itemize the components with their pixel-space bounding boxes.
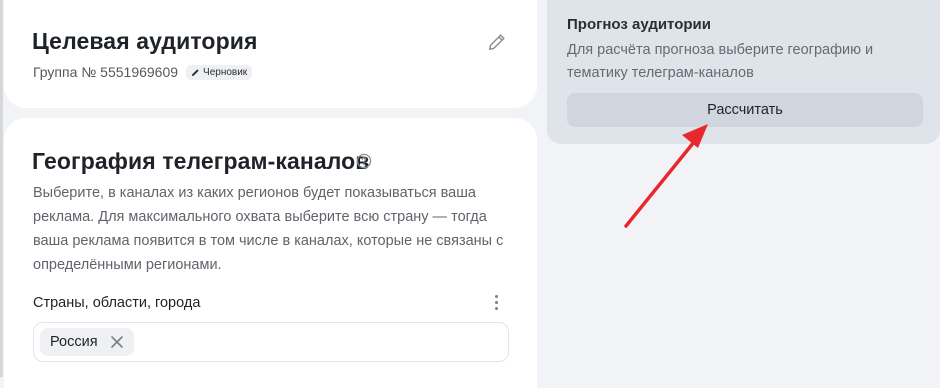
regions-input[interactable]: Россия — [33, 322, 509, 362]
region-chip: Россия — [40, 328, 134, 356]
group-row: Группа № 5551969609 Черновик — [33, 64, 253, 80]
pencil-icon[interactable] — [486, 31, 508, 53]
target-audience-title: Целевая аудитория — [32, 28, 258, 54]
geography-description: Выберите, в каналах из каких регионов бу… — [33, 185, 504, 273]
close-icon[interactable] — [110, 335, 124, 349]
geography-title: География телеграм-каналов — [32, 148, 370, 174]
edit-badge-icon — [191, 68, 199, 76]
target-audience-card: Целевая аудитория Группа № 5551969609 Че… — [4, 0, 537, 108]
regions-field-label: Страны, области, города — [33, 295, 201, 311]
geography-card: География телеграм-каналов Выберите, в к… — [4, 118, 537, 388]
screenshot-border — [0, 0, 3, 377]
group-number: Группа № 5551969609 — [33, 64, 179, 80]
region-chip-label: Россия — [50, 334, 98, 350]
audience-forecast-panel: Прогноз аудитории Для расчёта прогноза в… — [547, 0, 940, 144]
more-vertical-icon[interactable] — [492, 293, 500, 315]
calculate-button[interactable]: Рассчитать — [567, 93, 923, 127]
status-badge-label: Черновик — [203, 66, 248, 78]
status-badge: Черновик — [186, 64, 253, 80]
help-icon[interactable] — [356, 153, 372, 169]
forecast-title: Прогноз аудитории — [567, 16, 711, 33]
forecast-description: Для расчёта прогноза выберите географию … — [567, 42, 874, 81]
